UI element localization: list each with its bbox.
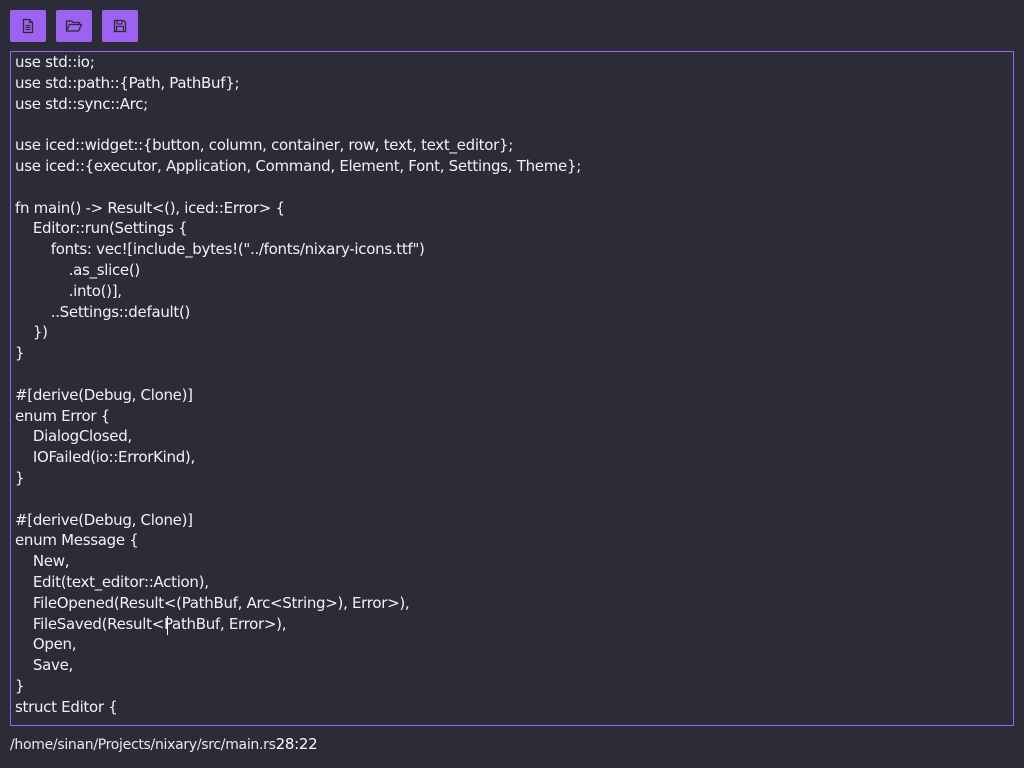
code-line: use std::io; [15, 53, 95, 71]
toolbar [10, 10, 138, 42]
code-line: FileSaved(Result<PathBuf, Error>), [15, 614, 287, 633]
code-line: New, [15, 552, 70, 571]
code-line: enum Message { [15, 531, 139, 550]
code-line: Open, [15, 635, 77, 654]
cursor-position-label: 28:22 [275, 735, 318, 753]
code-line: #[derive(Debug, Clone)] [15, 385, 193, 404]
code-line: FileOpened(Result<(PathBuf, Arc<String>)… [15, 593, 410, 612]
code-line: use iced::{executor, Application, Comman… [15, 156, 581, 175]
code-line: struct Editor { [15, 697, 118, 716]
code-line: DialogClosed, [15, 427, 132, 446]
code-line: use std::sync::Arc; [15, 94, 148, 113]
code-line: } [15, 344, 25, 363]
text-cursor [167, 616, 168, 635]
code-line: ..Settings::default() [15, 302, 191, 321]
code-line: } [15, 676, 25, 695]
code-line: fn main() -> Result<(), iced::Error> { [15, 198, 285, 217]
code-line: .into()], [15, 281, 122, 300]
code-line: fonts: vec![include_bytes!("../fonts/nix… [15, 240, 425, 259]
open-folder-icon [65, 18, 83, 34]
code-line: Edit(text_editor::Action), [15, 572, 209, 591]
code-editor[interactable]: use std::io;use std::path::{Path, PathBu… [10, 51, 1014, 726]
code-line: enum Error { [15, 406, 110, 425]
open-file-button[interactable] [56, 10, 92, 42]
code-line: .as_slice() [15, 260, 141, 279]
save-icon [112, 18, 128, 34]
code-line: Save, [15, 656, 73, 675]
code-line: } [15, 468, 25, 487]
status-bar: /home/sinan/Projects/nixary/src/main.rs … [10, 735, 318, 753]
file-path-label: /home/sinan/Projects/nixary/src/main.rs [10, 737, 276, 753]
code-line: #[derive(Debug, Clone)] [15, 510, 193, 529]
code-line: IOFailed(io::ErrorKind), [15, 448, 195, 467]
code-line: }) [15, 323, 48, 342]
code-line: use std::path::{Path, PathBuf}; [15, 73, 240, 92]
save-file-button[interactable] [102, 10, 138, 42]
code-line: Editor::run(Settings { [15, 219, 188, 238]
new-file-button[interactable] [10, 10, 46, 42]
code-content: use std::io;use std::path::{Path, PathBu… [15, 52, 581, 718]
code-line: use iced::widget::{button, column, conta… [15, 136, 514, 155]
new-file-icon [20, 18, 36, 34]
